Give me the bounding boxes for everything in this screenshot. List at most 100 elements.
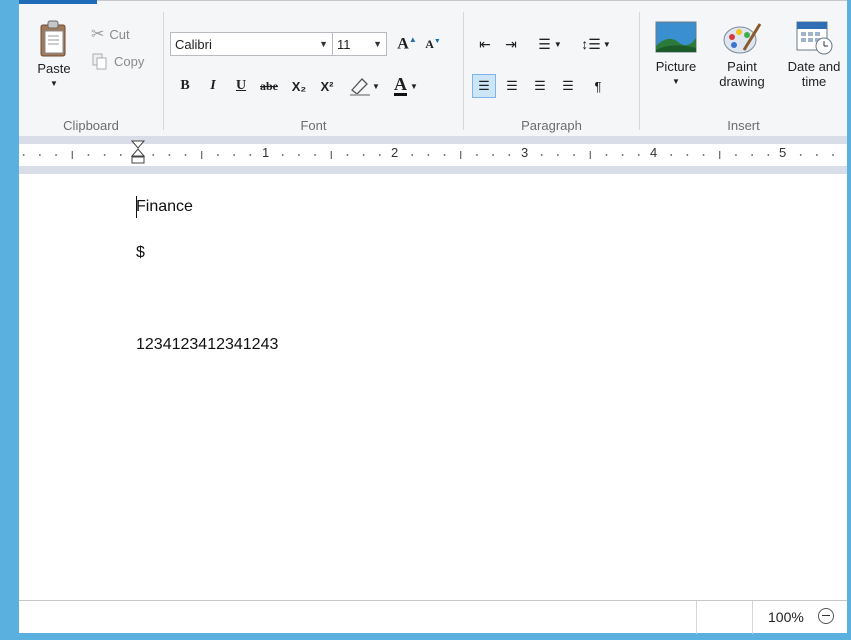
align-right-icon: ☰ [534,78,546,93]
ruler-tick [686,154,689,156]
paragraph-icon: ¶ [594,78,602,94]
ruler-tick [297,154,300,156]
highlight-color-button[interactable]: ▼ [344,74,384,98]
chevron-down-icon: ▼ [319,39,328,49]
ruler-tick [492,154,495,156]
ruler-tick [378,154,381,156]
paste-button[interactable]: Paste ▼ [31,20,77,91]
highlighter-icon [350,78,371,96]
chevron-down-icon: ▼ [410,81,418,91]
align-left-button[interactable]: ☰ [472,74,496,98]
picture-icon [655,21,697,53]
justify-icon: ☰ [562,78,574,93]
ruler-tick [751,154,754,156]
font-color-icon: A [394,74,408,96]
picture-label: Picture [655,59,697,74]
zoom-out-icon[interactable] [818,608,834,624]
ruler-tick [605,154,608,156]
ruler-tick [184,154,187,156]
date-and-time-button[interactable]: Date and time [782,20,846,89]
ribbon: Paste ▼ ✂ Cut Copy Clipboard Calibri ▼ 1… [19,0,847,137]
ruler-tick [22,154,25,156]
shrink-font-button[interactable]: A▼ [422,32,444,56]
chevron-down-icon: ▼ [553,39,562,49]
indent-marker-icon[interactable] [131,140,145,166]
ruler-tick [556,154,559,156]
bullets-button[interactable]: ☰ ▼ [530,32,570,56]
ruler-tick [443,154,446,156]
superscript-button[interactable]: X² [316,74,338,98]
paint-palette-icon [723,23,762,54]
font-family-select[interactable]: Calibri ▼ [170,32,333,56]
ruler-tick [815,154,818,156]
ruler-tick [508,154,511,156]
ruler-tick [152,154,155,156]
paste-icon [40,20,66,57]
font-group: Calibri ▼ 11 ▼ A▲ A▼ B I U abe X₂ X² ▼ A… [164,8,463,136]
increase-indent-button[interactable]: ⇥ [500,32,522,56]
ruler-tick [670,154,673,156]
decrease-indent-icon: ⇤ [479,35,491,52]
document-line[interactable]: $ [136,244,145,262]
subscript-button[interactable]: X₂ [288,74,310,98]
ruler-tick [411,154,414,156]
align-right-button[interactable]: ☰ [528,74,552,98]
italic-button[interactable]: I [204,74,222,98]
chevron-down-icon[interactable]: ▼ [650,74,702,89]
ruler: 1 2 3 4 5 [19,136,847,174]
cut-label: Cut [109,26,130,42]
copy-label: Copy [114,53,145,69]
strikethrough-button[interactable]: abe [256,74,282,98]
paste-label: Paste [37,61,71,76]
ruler-tick [362,154,365,156]
cut-button[interactable]: ✂ Cut [91,24,130,44]
justify-button[interactable]: ☰ [556,74,580,98]
paragraph-settings-button[interactable]: ¶ [586,74,610,98]
grow-font-button[interactable]: A▲ [396,32,418,56]
ruler-tick [621,154,624,156]
ruler-tick [476,154,478,156]
ruler-tick [119,154,122,156]
ruler-tick [735,154,737,156]
document-line[interactable]: Finance [136,198,193,216]
ruler-tick [540,154,543,156]
window-frame-left [0,0,19,640]
ruler-tick [637,154,640,156]
paragraph-group: ⇤ ⇥ ☰ ▼ ↕☰ ▼ ☰ ☰ ☰ ☰ ¶ Paragraph [464,8,639,136]
ruler-tick [573,154,575,156]
chevron-down-icon: ▼ [373,39,382,49]
home-tab-indicator[interactable] [19,0,97,4]
copy-button[interactable]: Copy [91,52,144,70]
ruler-tick [55,154,57,156]
paint-label-line1: Paint [727,59,757,74]
picture-button[interactable]: Picture ▼ [650,20,702,89]
shrink-font-icon: A▼ [425,36,441,51]
clipboard-group-label: Clipboard [63,118,119,133]
font-color-button[interactable]: A ▼ [386,74,426,98]
font-size-value: 11 [337,36,351,52]
align-center-button[interactable]: ☰ [500,74,524,98]
chevron-down-icon: ▼ [602,39,611,49]
clipboard-group: Paste ▼ ✂ Cut Copy Clipboard [19,8,163,136]
window-frame-bottom [0,633,851,640]
paint-drawing-button[interactable]: Paint drawing [716,20,768,89]
ruler-tick [281,154,284,156]
paste-dropdown-icon[interactable]: ▼ [31,76,77,91]
ruler-tick [799,154,802,156]
ruler-mark: 4 [650,145,658,160]
align-center-icon: ☰ [506,78,518,93]
document-line[interactable]: 1234123412341243 [136,336,278,354]
date-label-line1: Date and [787,59,841,74]
font-size-select[interactable]: 11 ▼ [332,32,387,56]
underline-button[interactable]: U [232,74,250,98]
ruler-mark: 1 [262,145,270,160]
document-area[interactable]: Finance $ 1234123412341243 [19,174,847,600]
bold-button[interactable]: B [176,74,194,98]
line-spacing-button[interactable]: ↕☰ ▼ [576,32,616,56]
paragraph-group-label: Paragraph [521,118,582,133]
ruler-tick [168,154,171,156]
font-group-label: Font [300,118,327,133]
decrease-indent-button[interactable]: ⇤ [474,32,496,56]
ruler-tick [233,154,236,156]
ruler-tick [217,154,219,156]
